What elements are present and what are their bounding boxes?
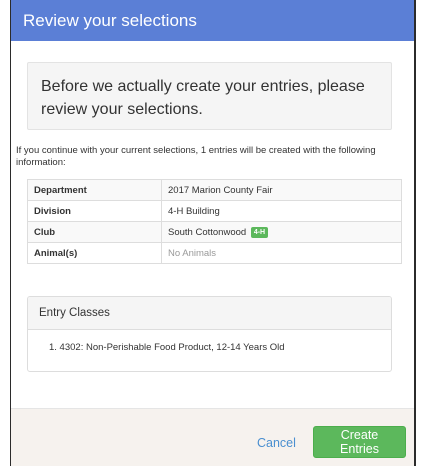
- modal-title: Review your selections: [11, 0, 414, 41]
- club-cell: South Cottonwood 4-H: [161, 221, 402, 243]
- review-selections-modal: Review your selections Before we actuall…: [10, 0, 416, 466]
- department-label: Department: [27, 179, 162, 201]
- intro-text: If you continue with your current select…: [16, 145, 376, 168]
- division-label: Division: [27, 200, 162, 222]
- entry-classes-list: 1. 4302: Non-Perishable Food Product, 12…: [28, 330, 391, 353]
- table-row: Department 2017 Marion County Fair: [27, 179, 402, 201]
- table-row: Division 4-H Building: [27, 200, 402, 222]
- table-row: Club South Cottonwood 4-H: [27, 221, 402, 243]
- entry-classes-heading: Entry Classes: [28, 297, 391, 330]
- animals-value: No Animals: [161, 242, 402, 264]
- division-value: 4-H Building: [161, 200, 402, 222]
- entry-classes-panel: Entry Classes 1. 4302: Non-Perishable Fo…: [27, 296, 392, 372]
- animals-label: Animal(s): [27, 242, 162, 264]
- table-row: Animal(s) No Animals: [27, 242, 402, 264]
- review-callout: Before we actually create your entries, …: [27, 62, 392, 130]
- department-value: 2017 Marion County Fair: [161, 179, 402, 201]
- club-value: South Cottonwood: [168, 226, 247, 238]
- list-item: 1. 4302: Non-Perishable Food Product, 12…: [49, 342, 285, 353]
- create-entries-button[interactable]: Create Entries: [313, 426, 406, 458]
- selection-details-table: Department 2017 Marion County Fair Divis…: [27, 179, 402, 264]
- modal-footer: Cancel Create Entries: [11, 408, 414, 466]
- cancel-button[interactable]: Cancel: [253, 427, 300, 459]
- club-type-badge: 4-H: [250, 226, 269, 238]
- club-label: Club: [27, 221, 162, 243]
